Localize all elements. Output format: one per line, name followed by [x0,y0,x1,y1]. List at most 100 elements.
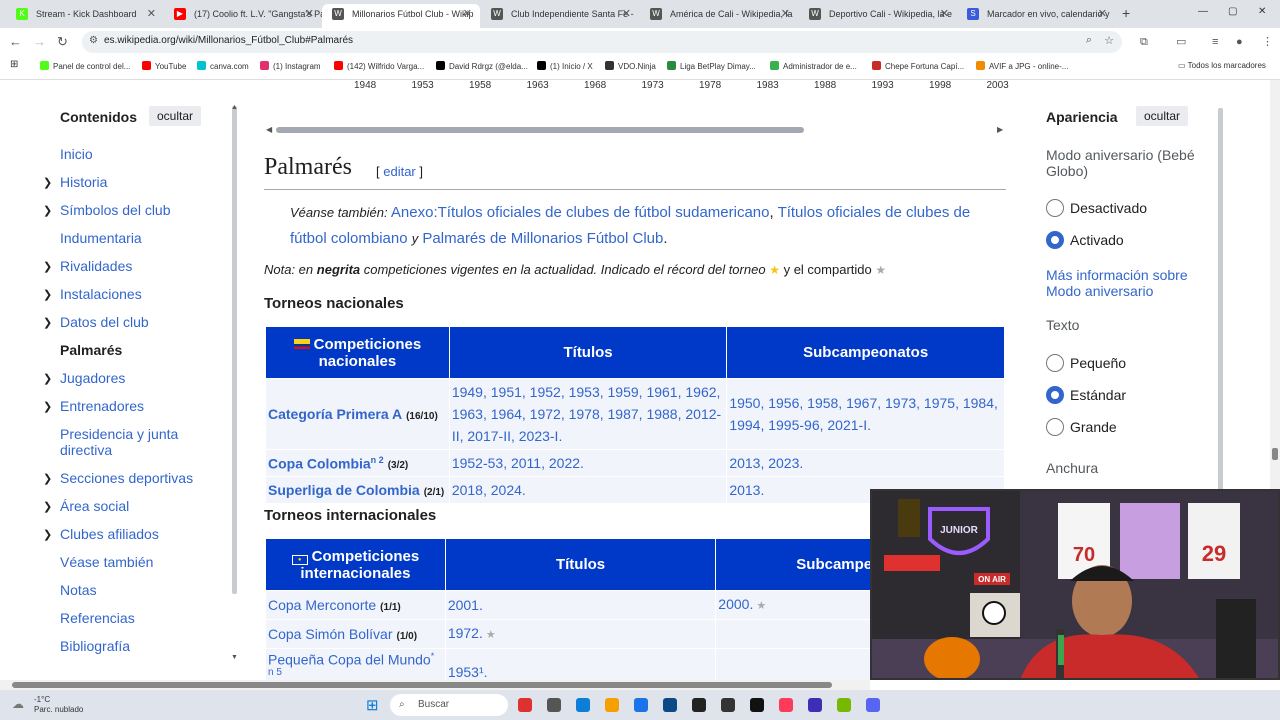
bookmark-item[interactable]: VDO.Ninja [605,61,656,71]
bookmark-item[interactable]: Liga BetPlay Dimay... [667,61,756,71]
bookmark-star-icon[interactable]: ☆ [1104,34,1114,47]
toc-item[interactable]: Bibliografía [60,638,130,654]
text-size-option-label[interactable]: Estándar [1070,387,1126,403]
taskbar-app-icon[interactable] [605,698,619,712]
competition-link[interactable]: Categoría Primera A [268,406,402,422]
bookmark-item[interactable]: (1) Instagram [260,61,321,71]
back-icon[interactable]: ← [9,34,22,50]
text-size-option-label[interactable]: Grande [1070,419,1117,435]
titles-years[interactable]: 1952-53, 2011, 2022. [452,455,584,471]
toc-scroll-up-icon[interactable]: ▲ [231,104,238,111]
browser-tab[interactable]: W Deportivo Cali - Wikipedia, la e ✕ [799,4,957,28]
see-also-link-3[interactable]: Palmarés de Millonarios Fútbol Club [422,230,663,247]
taskbar-app-icon[interactable] [721,698,735,712]
media-icon[interactable]: ≡ [1212,34,1218,50]
taskbar-app-icon[interactable] [779,698,793,712]
extensions-icon[interactable]: ⧉ [1140,34,1148,50]
toc-item[interactable]: ❯ Jugadores [43,370,125,386]
toc-item[interactable]: ❯ Datos del club [43,314,149,330]
maximize-icon[interactable]: ▢ [1228,6,1237,17]
browser-tab[interactable]: K Stream - Kick Dashboard ✕ [6,4,164,28]
anniversary-mode-radio[interactable] [1046,199,1064,217]
menu-icon[interactable]: ⋮ [1262,34,1273,50]
bookmark-item[interactable]: AVIF a JPG - online-... [976,61,1068,71]
zoom-icon[interactable]: ⌕ [1086,34,1092,47]
taskbar-app-icon[interactable] [692,698,706,712]
horizontal-scrollbar-thumb[interactable] [12,682,832,688]
chevron-right-icon[interactable]: ❯ [43,288,52,301]
taskbar-app-icon[interactable] [866,698,880,712]
titles-years[interactable]: 1953¹. [448,664,488,680]
page-scrollbar-thumb[interactable] [1272,448,1278,460]
chevron-right-icon[interactable]: ❯ [43,204,52,217]
text-size-radio[interactable] [1046,418,1064,436]
windows-start-icon[interactable]: ⊞ [366,696,379,714]
runnerup-years[interactable]: 2000. [718,596,753,612]
chevron-right-icon[interactable]: ❯ [43,500,52,513]
taskbar-app-icon[interactable] [663,698,677,712]
competition-link[interactable]: Copa Simón Bolívar [268,626,393,642]
toc-scrollbar[interactable] [232,106,237,594]
edit-link[interactable]: [ editar ] [376,164,423,179]
anniversary-mode-radio[interactable] [1046,231,1064,249]
appearance-hide-button[interactable]: ocultar [1136,106,1189,126]
taskbar-app-icon[interactable] [808,698,822,712]
anniversary-mode-option-label[interactable]: Activado [1070,232,1124,248]
tab-close-icon[interactable]: ✕ [940,4,949,24]
bookmark-item[interactable]: YouTube [142,61,186,71]
tab-close-icon[interactable]: ✕ [147,4,156,24]
titles-years[interactable]: 2018, 2024. [452,482,526,498]
bookmark-item[interactable]: Panel de control del... [40,61,130,71]
chevron-right-icon[interactable]: ❯ [43,400,52,413]
taskbar-app-icon[interactable] [750,698,764,712]
text-size-option-label[interactable]: Pequeño [1070,355,1126,371]
horizontal-scrollbar[interactable] [0,680,870,690]
chevron-right-icon[interactable]: ❯ [43,472,52,485]
taskbar-app-icon[interactable] [518,698,532,712]
browser-tab[interactable]: W Club Independiente Santa Fe - ✕ [481,4,639,28]
bookmark-item[interactable]: (142) Wilfrido Varga... [334,61,424,71]
close-window-icon[interactable]: ✕ [1258,6,1266,17]
minimize-icon[interactable]: — [1198,6,1208,17]
weather-widget[interactable]: -1°C Parc. nublado [34,695,83,715]
browser-tab[interactable]: S Marcador en vivo, calendario y ✕ [957,4,1115,28]
taskbar-app-icon[interactable] [576,698,590,712]
taskbar-search[interactable]: ⌕ Buscar [390,694,508,716]
toc-item[interactable]: ❯ Historia [43,174,107,190]
footnote-ref[interactable]: n 5 [268,667,443,678]
browser-tab[interactable]: W América de Cali - Wikipedia, la ✕ [640,4,798,28]
tab-close-icon[interactable]: ✕ [781,4,790,24]
tab-close-icon[interactable]: ✕ [1098,4,1107,24]
toc-item[interactable]: Presidencia y junta directiva [60,426,200,458]
taskbar-app-icon[interactable] [547,698,561,712]
competition-link[interactable]: Copa Colombia [268,455,371,471]
bookmark-item[interactable]: Chepe Fortuna Capí... [872,61,964,71]
footnote-ref[interactable]: * [431,651,435,661]
new-tab-icon[interactable]: + [1122,5,1130,21]
text-size-radio[interactable] [1046,354,1064,372]
site-info-icon[interactable]: ⚙ [89,35,98,46]
bookmark-item[interactable]: (1) Inicio / X [537,61,593,71]
toc-item[interactable]: ❯ Rivalidades [43,258,132,274]
anniversary-more-link[interactable]: Más información sobre Modo aniversario [1046,267,1206,299]
toc-item[interactable]: Notas [60,582,97,598]
tab-close-icon[interactable]: ✕ [463,4,472,24]
toc-item[interactable]: Inicio [60,146,93,162]
toc-item[interactable]: Referencias [60,610,135,626]
runnerup-years[interactable]: 2013. [729,482,764,498]
bookmark-item[interactable]: canva.com [197,61,249,71]
titles-years[interactable]: 1949, 1951, 1952, 1953, 1959, 1961, 1962… [452,384,721,444]
toc-item[interactable]: Indumentaria [60,230,142,246]
chevron-right-icon[interactable]: ❯ [43,176,52,189]
appearance-scrollbar[interactable] [1218,108,1223,500]
competition-link[interactable]: Copa Merconorte [268,597,376,613]
bookmark-item[interactable]: Administrador de e... [770,61,857,71]
toc-hide-button[interactable]: ocultar [149,106,202,126]
taskbar-app-icon[interactable] [634,698,648,712]
reload-icon[interactable]: ↻ [57,34,68,50]
text-size-radio[interactable] [1046,386,1064,404]
titles-years[interactable]: 2001. [448,597,483,613]
tab-close-icon[interactable]: ✕ [622,4,631,24]
bookmark-item[interactable]: David Rdrgz (@elda... [436,61,528,71]
profile-icon[interactable]: ● [1236,34,1243,50]
